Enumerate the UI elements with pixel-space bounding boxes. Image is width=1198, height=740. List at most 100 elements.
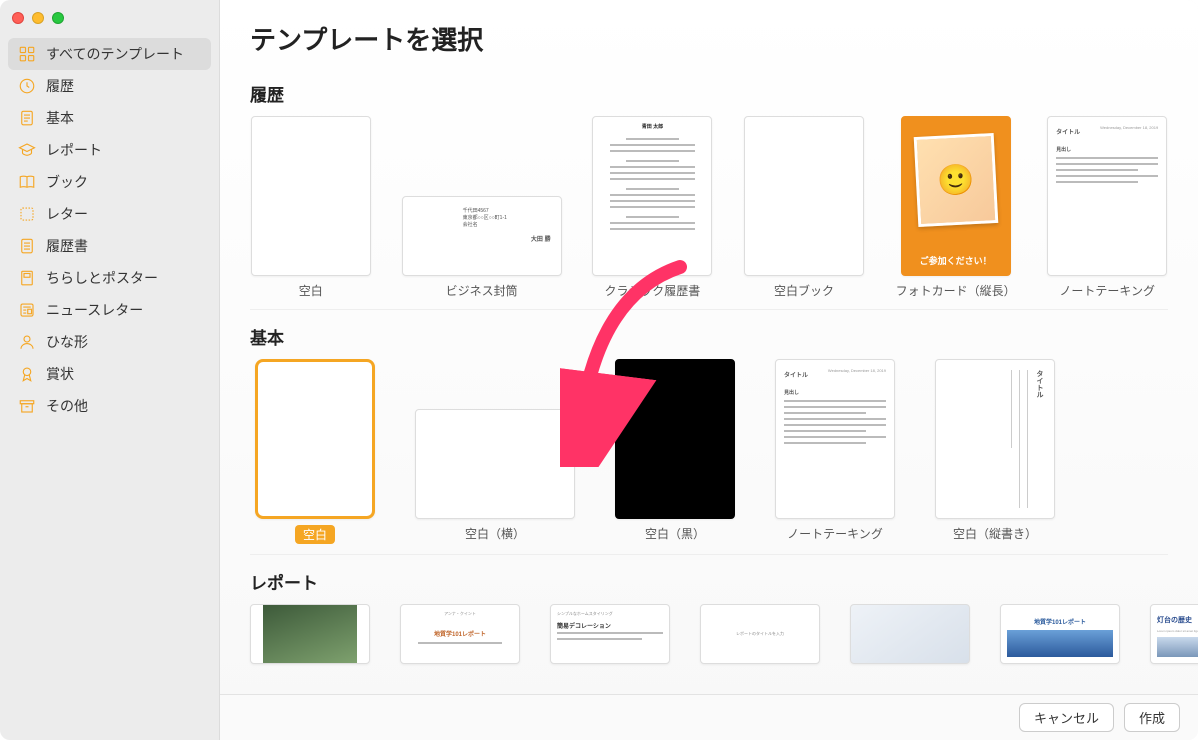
resume-heading: 青田 太郎 xyxy=(642,123,663,130)
template-thumb: レポートのタイトルを入力 xyxy=(700,604,820,664)
sidebar-item-label: すべてのテンプレート xyxy=(46,44,184,64)
sidebar: すべてのテンプレート 履歴 基本 レポート xyxy=(0,0,220,740)
section-title-recent: 履歴 xyxy=(250,81,1168,106)
sidebar-item-label: レター xyxy=(46,204,88,224)
template-note-taking-basic[interactable]: タイトル Wednesday, December 18, 2019 見出し ノー… xyxy=(770,359,900,544)
template-blank-selected[interactable]: 空白 xyxy=(250,359,380,544)
template-photo-card-portrait[interactable]: 🙂 ご参加ください！ フォトカード（縦長） xyxy=(895,116,1017,299)
sidebar-item-resumes[interactable]: 履歴書 xyxy=(8,230,211,262)
template-label: 空白 xyxy=(299,282,323,299)
sidebar-item-label: 基本 xyxy=(46,108,74,128)
sidebar-item-recent[interactable]: 履歴 xyxy=(8,70,211,102)
thumb-title: タイトル xyxy=(1034,370,1044,398)
template-thumb: 青田 太郎 xyxy=(592,116,712,276)
mortarboard-icon xyxy=(18,141,36,159)
main-panel: テンプレートを選択 履歴 空白 千代田4567東京都○○区○○町1-1会社名 大… xyxy=(220,0,1198,740)
template-report-1[interactable] xyxy=(250,604,370,664)
document-icon xyxy=(18,109,36,127)
archive-icon xyxy=(18,397,36,415)
template-blank[interactable]: 空白 xyxy=(250,116,372,299)
thumb-title: 灯台の歴史 xyxy=(1157,615,1198,625)
sidebar-item-letters[interactable]: レター xyxy=(8,198,211,230)
sidebar-item-label: 履歴 xyxy=(46,76,74,96)
section-title-reports: レポート xyxy=(250,569,1168,594)
template-label: 空白（縦書き） xyxy=(953,525,1037,542)
sidebar-item-label: ブック xyxy=(46,172,88,192)
template-label: 空白 xyxy=(295,525,335,544)
template-report-2[interactable]: アンナ・クイント 地質学101レポート xyxy=(400,604,520,664)
template-label: フォトカード（縦長） xyxy=(896,282,1016,299)
template-thumb: 千代田4567東京都○○区○○町1-1会社名 大田 勝 xyxy=(402,196,562,276)
stamp-icon xyxy=(18,205,36,223)
template-label: ノートテーキング xyxy=(787,525,883,542)
template-row-basic: 空白 空白（横） 空白（黒） タイトル Wednesday, December … xyxy=(250,359,1168,555)
sidebar-item-basic[interactable]: 基本 xyxy=(8,102,211,134)
sidebar-item-stationery[interactable]: ひな形 xyxy=(8,326,211,358)
zoom-window-button[interactable] xyxy=(52,12,64,24)
template-chooser-window: すべてのテンプレート 履歴 基本 レポート xyxy=(0,0,1198,740)
photo-caption: ご参加ください！ xyxy=(902,254,1010,267)
template-blank-dark[interactable]: 空白（黒） xyxy=(610,359,740,544)
template-label: ビジネス封筒 xyxy=(446,282,518,299)
thumb-date: Wednesday, December 18, 2019 xyxy=(1100,125,1158,130)
template-thumb xyxy=(615,359,735,519)
person-icon xyxy=(18,333,36,351)
template-report-3[interactable]: シンプルなホームスタイリング 簡易デコレーション xyxy=(550,604,670,664)
sidebar-item-books[interactable]: ブック xyxy=(8,166,211,198)
sidebar-item-label: ひな形 xyxy=(46,332,88,352)
template-scroll-area[interactable]: 履歴 空白 千代田4567東京都○○区○○町1-1会社名 大田 勝 ビジネス封筒… xyxy=(220,67,1198,694)
template-report-5[interactable] xyxy=(850,604,970,664)
sidebar-item-other[interactable]: その他 xyxy=(8,390,211,422)
template-label: ノートテーキング xyxy=(1059,282,1155,299)
template-business-envelope[interactable]: 千代田4567東京都○○区○○町1-1会社名 大田 勝 ビジネス封筒 xyxy=(402,116,562,299)
thumb-date: Wednesday, December 18, 2019 xyxy=(828,368,886,373)
grid-icon xyxy=(18,45,36,63)
close-window-button[interactable] xyxy=(12,12,24,24)
minimize-window-button[interactable] xyxy=(32,12,44,24)
template-thumb xyxy=(250,604,370,664)
cancel-button[interactable]: キャンセル xyxy=(1019,703,1114,732)
sidebar-item-label: その他 xyxy=(46,396,88,416)
thumb-pretitle: シンプルなホームスタイリング xyxy=(557,611,663,617)
create-button[interactable]: 作成 xyxy=(1124,703,1180,732)
template-thumb: シンプルなホームスタイリング 簡易デコレーション xyxy=(550,604,670,664)
template-note-taking[interactable]: タイトル Wednesday, December 18, 2019 見出し ノー… xyxy=(1046,116,1168,299)
template-row-reports: アンナ・クイント 地質学101レポート シンプルなホームスタイリング 簡易デコレ… xyxy=(250,604,1168,674)
thumb-title: 簡易デコレーション xyxy=(557,621,663,630)
template-thumb: アンナ・クイント 地質学101レポート xyxy=(400,604,520,664)
window-controls xyxy=(0,8,219,38)
sidebar-item-label: 履歴書 xyxy=(46,236,88,256)
sidebar-item-label: ニュースレター xyxy=(46,300,143,320)
template-label: 空白（黒） xyxy=(645,525,705,542)
template-thumb: タイトル Wednesday, December 18, 2019 見出し xyxy=(775,359,895,519)
list-icon xyxy=(18,237,36,255)
template-report-6[interactable]: 地質学101レポート xyxy=(1000,604,1120,664)
template-thumb: 地質学101レポート xyxy=(1000,604,1120,664)
template-blank-vertical[interactable]: タイトル 空白（縦書き） xyxy=(930,359,1060,544)
sidebar-item-all-templates[interactable]: すべてのテンプレート xyxy=(8,38,211,70)
template-blank-book[interactable]: 空白ブック xyxy=(743,116,865,299)
template-label: 空白（横） xyxy=(465,525,525,542)
template-thumb xyxy=(744,116,864,276)
template-thumb: タイトル Wednesday, December 18, 2019 見出し xyxy=(1047,116,1167,276)
poster-icon xyxy=(18,269,36,287)
template-thumb xyxy=(251,116,371,276)
clock-icon xyxy=(18,77,36,95)
template-label: 空白ブック xyxy=(774,282,834,299)
thumb-title: 地質学101レポート xyxy=(1007,617,1113,626)
sidebar-item-label: ちらしとポスター xyxy=(46,268,158,288)
sidebar-item-label: レポート xyxy=(46,140,102,160)
template-report-7[interactable]: 灯台の歴史 Lorem ipsum dolor sit amet ligula xyxy=(1150,604,1198,664)
sidebar-item-reports[interactable]: レポート xyxy=(8,134,211,166)
template-row-recent: 空白 千代田4567東京都○○区○○町1-1会社名 大田 勝 ビジネス封筒 青田… xyxy=(250,116,1168,310)
template-report-4[interactable]: レポートのタイトルを入力 xyxy=(700,604,820,664)
award-icon xyxy=(18,365,36,383)
template-thumb: 灯台の歴史 Lorem ipsum dolor sit amet ligula xyxy=(1150,604,1198,664)
sidebar-item-flyers[interactable]: ちらしとポスター xyxy=(8,262,211,294)
sidebar-item-certificates[interactable]: 賞状 xyxy=(8,358,211,390)
sidebar-category-list: すべてのテンプレート 履歴 基本 レポート xyxy=(0,38,219,422)
template-blank-landscape[interactable]: 空白（横） xyxy=(410,359,580,544)
photo-placeholder: 🙂 xyxy=(913,133,998,227)
sidebar-item-newsletters[interactable]: ニュースレター xyxy=(8,294,211,326)
template-classic-resume[interactable]: 青田 太郎 クラシック履歴書 xyxy=(592,116,714,299)
